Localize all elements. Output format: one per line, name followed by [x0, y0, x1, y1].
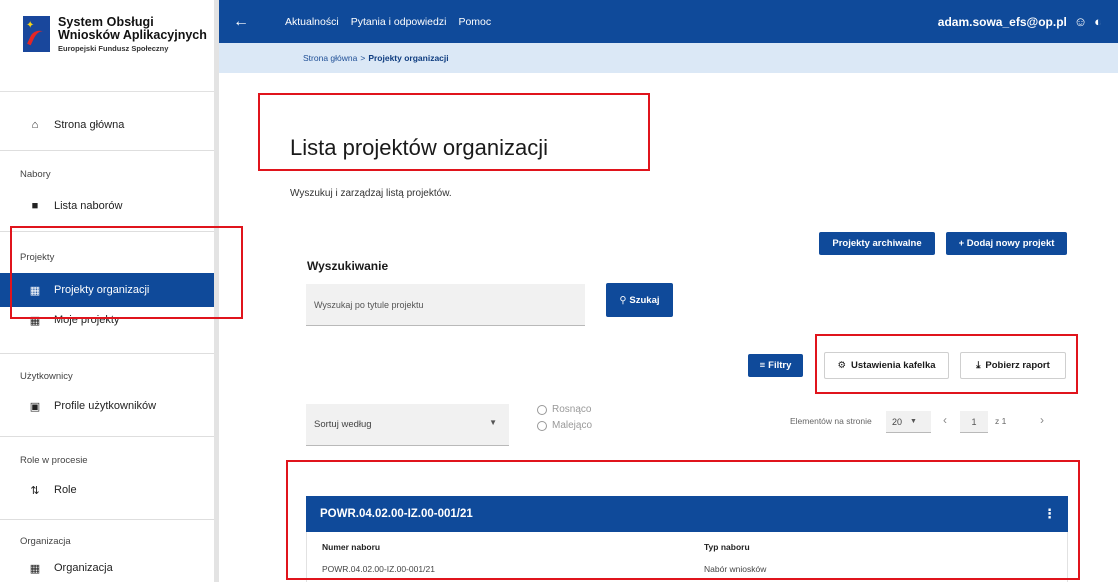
- sidebar-item-profile-uzytkownikow[interactable]: ▣ Profile użytkowników: [0, 389, 214, 423]
- radio-circle: [537, 404, 547, 415]
- sidebar-divider: [0, 231, 214, 232]
- tile-settings-label: Ustawienia kafelka: [851, 360, 936, 371]
- sidebar-item-label: Moje projekty: [54, 314, 120, 326]
- sidebar-item-home[interactable]: ⌂ Strona główna: [0, 108, 214, 142]
- search-placeholder: Wyszukaj po tytule projektu: [314, 299, 424, 310]
- section-label-projekty: Projekty: [20, 252, 55, 263]
- filters-button[interactable]: ≡ Filtry: [748, 354, 803, 377]
- field-label-typ-naboru: Typ naboru: [704, 542, 750, 552]
- sort-asc-label: Rosnąco: [552, 404, 592, 415]
- next-page-icon[interactable]: ›: [1040, 413, 1044, 427]
- search-button[interactable]: ⚲ Szukaj: [606, 283, 673, 317]
- gear-icon: ⚙: [837, 360, 847, 371]
- breadcrumb-current: Projekty organizacji: [368, 53, 449, 63]
- per-page-select[interactable]: 20 ▼: [886, 411, 931, 433]
- prev-page-icon[interactable]: ‹: [943, 413, 947, 427]
- chevron-down-icon: ▼: [910, 418, 917, 425]
- sort-asc-radio[interactable]: Rosnąco: [537, 404, 591, 415]
- page-number-value: 1: [971, 416, 977, 427]
- page-subtitle: Wyszukuj i zarządzaj listą projektów.: [290, 188, 452, 199]
- nav-link-pomoc[interactable]: Pomoc: [458, 16, 491, 28]
- home-icon: ⌂: [31, 119, 39, 131]
- project-card-body: Numer naboru POWR.04.02.00-IZ.00-001/21 …: [306, 532, 1068, 582]
- search-button-label: Szukaj: [629, 294, 660, 306]
- sort-desc-label: Malejąco: [552, 420, 593, 431]
- sidebar-divider: [0, 436, 214, 437]
- search-heading: Wyszukiwanie: [307, 259, 389, 273]
- sidebar-item-organizacja[interactable]: ▦ Organizacja: [0, 554, 214, 582]
- sidebar-item-label: Strona główna: [54, 119, 125, 131]
- field-value-typ-naboru: Nabór wniosków: [704, 564, 767, 574]
- project-card-header[interactable]: POWR.04.02.00-IZ.00-001/21 ⋮: [306, 496, 1068, 532]
- sort-arrows-icon: ⇅: [30, 484, 40, 497]
- sidebar-item-label: Organizacja: [54, 562, 113, 574]
- user-email[interactable]: adam.sowa_efs@op.pl: [938, 15, 1067, 29]
- download-report-label: Pobierz raport: [985, 360, 1050, 371]
- building-icon: ▦: [29, 562, 41, 575]
- sidebar-item-lista-naborow[interactable]: ■ Lista naborów: [0, 189, 214, 223]
- filters-button-label: Filtry: [768, 360, 792, 371]
- breadcrumb-home[interactable]: Strona główna: [303, 53, 357, 63]
- per-page-label: Elementów na stronie: [790, 416, 872, 426]
- page-total: z 1: [995, 416, 1007, 426]
- sidebar-divider: [0, 353, 214, 354]
- user-menu[interactable]: adam.sowa_efs@op.pl ☺ ◐: [938, 0, 1102, 43]
- sidebar-divider: [0, 519, 214, 520]
- field-value-numer-naboru: POWR.04.02.00-IZ.00-001/21: [322, 564, 435, 574]
- nav-link-aktualnosci[interactable]: Aktualności: [285, 16, 339, 28]
- sidebar-item-label: Role: [54, 484, 77, 496]
- page-number-input[interactable]: 1: [960, 411, 988, 433]
- section-label-organizacja: Organizacja: [20, 536, 71, 547]
- search-input[interactable]: Wyszukaj po tytule projektu: [306, 284, 585, 326]
- sidebar-item-role[interactable]: ⇅ Role: [0, 473, 214, 507]
- top-bar: ← Aktualności Pytania i odpowiedzi Pomoc…: [219, 0, 1118, 43]
- app-window: ✦ System Obsługi Wniosków Aplikacyjnych …: [0, 0, 1118, 582]
- download-icon: ⤓: [976, 360, 981, 371]
- page-title: Lista projektów organizacji: [290, 135, 549, 160]
- building-icon: ▦: [29, 284, 41, 297]
- sidebar-item-label: Profile użytkowników: [54, 400, 157, 412]
- sidebar-item-projekty-organizacji[interactable]: ▦ Projekty organizacji: [0, 273, 214, 307]
- sort-label: Sortuj według: [314, 419, 372, 430]
- download-report-button[interactable]: ⤓ Pobierz raport: [960, 352, 1066, 379]
- kebab-menu-icon[interactable]: ⋮: [1043, 506, 1056, 522]
- sidebar-item-label: Projekty organizacji: [54, 284, 150, 296]
- section-label-uzytkownicy: Użytkownicy: [20, 371, 73, 382]
- back-arrow-icon[interactable]: ←: [233, 13, 263, 31]
- filter-icon: ≡: [759, 360, 766, 371]
- sidebar: ✦ System Obsługi Wniosków Aplikacyjnych …: [0, 0, 219, 582]
- megaphone-icon: ■: [31, 200, 39, 212]
- logo-line-2: Wniosków Aplikacyjnych: [58, 28, 207, 42]
- tile-settings-button[interactable]: ⚙ Ustawienia kafelka: [824, 352, 949, 379]
- logo[interactable]: ✦ System Obsługi Wniosków Aplikacyjnych …: [0, 0, 214, 92]
- radio-circle: [537, 420, 547, 431]
- section-label-role: Role w procesie: [20, 455, 88, 466]
- sidebar-item-label: Lista naborów: [54, 200, 123, 212]
- folder-icon: ▦: [29, 314, 41, 327]
- sort-desc-radio[interactable]: Malejąco: [537, 420, 592, 431]
- archived-projects-button[interactable]: Projekty archiwalne: [819, 232, 935, 255]
- sort-select[interactable]: Sortuj według ▼: [306, 404, 509, 446]
- breadcrumb-separator: >: [360, 53, 366, 63]
- user-card-icon: ▣: [29, 400, 41, 413]
- sidebar-divider: [0, 150, 214, 151]
- add-project-button[interactable]: + Dodaj nowy projekt: [946, 232, 1067, 255]
- breadcrumb: Strona główna > Projekty organizacji: [219, 43, 1118, 73]
- eu-flag-icon: ✦: [23, 16, 50, 52]
- field-label-numer-naboru: Numer naboru: [322, 542, 381, 552]
- section-label-nabory: Nabory: [20, 169, 51, 180]
- chevron-down-icon: ▼: [489, 418, 497, 427]
- sidebar-item-moje-projekty[interactable]: ▦ Moje projekty: [0, 307, 214, 333]
- account-icon[interactable]: ☺: [1074, 14, 1087, 29]
- logo-text: System Obsługi Wniosków Aplikacyjnych Eu…: [58, 16, 207, 55]
- nav-link-pytania[interactable]: Pytania i odpowiedzi: [351, 16, 447, 28]
- search-icon: ⚲: [619, 294, 627, 306]
- per-page-value: 20: [892, 416, 903, 427]
- contrast-icon[interactable]: ◐: [1094, 14, 1102, 29]
- logo-line-3: Europejski Fundusz Społeczny: [58, 44, 169, 53]
- project-card-title: POWR.04.02.00-IZ.00-001/21: [320, 508, 473, 520]
